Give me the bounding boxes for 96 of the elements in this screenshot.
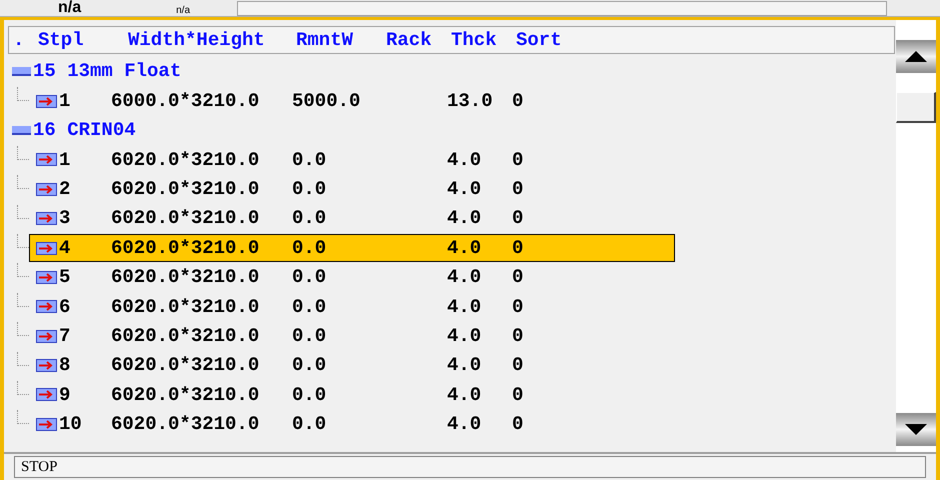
column-header[interactable]: Rack (386, 26, 451, 54)
table-cell-text: 4.0 (447, 294, 482, 320)
table-cell-text: 0.0 (292, 324, 328, 349)
table-cell-text: 4.0 (447, 382, 482, 408)
table-row[interactable]: 3 6020.0*3210.0 0.0 4.0 0 (29, 204, 675, 233)
tree-line (17, 204, 29, 219)
table-cell-text: 0.0 (292, 353, 328, 378)
table-cell-text: 6 (58, 294, 72, 320)
tree-line (17, 146, 29, 160)
tree-line (17, 410, 29, 424)
tree-line (17, 263, 29, 278)
table-cell-text: 6020.0*3210.0 (111, 148, 260, 173)
status-label: n/a (176, 6, 190, 16)
table-cell-text: 6000.0*3210.0 (111, 88, 260, 114)
table-cell-text: 0 (512, 265, 524, 290)
column-header[interactable]: Sort (516, 26, 576, 54)
table-cell-text: 6020.0*3210.0 (111, 206, 260, 232)
table-cell-text: 6020.0*3210.0 (111, 236, 260, 261)
column-header[interactable]: Stpl (38, 26, 128, 54)
table-row[interactable]: 7 6020.0*3210.0 0.0 4.0 0 (29, 322, 675, 350)
group-label[interactable]: 15 13mm Float (33, 57, 182, 86)
table-cell-text: 0 (512, 88, 524, 114)
table-cell-text: 6020.0*3210.0 (111, 382, 260, 408)
table-cell-text: 3 (58, 206, 72, 232)
group-icon (12, 126, 31, 135)
table-cell-text: 8 (58, 353, 72, 378)
status-label: n/a (58, 0, 82, 16)
table-row[interactable]: 1 6000.0*3210.0 5000.0 13.0 0 (29, 87, 675, 116)
table-row[interactable]: 9 6020.0*3210.0 0.0 4.0 0 (29, 380, 675, 409)
down-arrow-icon (905, 424, 927, 435)
table-cell-text: 0.0 (292, 294, 328, 320)
table-row[interactable]: 4 6020.0*3210.0 0.0 4.0 0 (29, 234, 675, 262)
tree-line (17, 175, 29, 190)
table-row[interactable]: 8 6020.0*3210.0 0.0 4.0 0 (29, 352, 675, 380)
table-cell-text: 6020.0*3210.0 (111, 412, 260, 438)
scroll-up-button[interactable] (896, 40, 936, 73)
table-cell-text: 6020.0*3210.0 (111, 324, 260, 349)
table-cell-text: 5000.0 (292, 88, 362, 114)
table-cell-text: 0 (512, 353, 524, 378)
table-cell-text: 0 (512, 148, 524, 173)
table-cell-text: 0.0 (292, 382, 328, 408)
table-cell-text: 4.0 (447, 148, 482, 173)
status-bar: STOP (14, 456, 926, 478)
table-row[interactable]: 10 6020.0*3210.0 0.0 4.0 0 (29, 410, 675, 438)
table-cell-text: 0.0 (292, 148, 328, 173)
column-header[interactable]: Width*Height (128, 26, 296, 54)
column-header[interactable]: . (13, 26, 38, 54)
table-cell-text: 0.0 (292, 236, 328, 261)
table-cell-text: 1 (58, 88, 72, 114)
table-cell-text: 6020.0*3210.0 (111, 265, 260, 290)
table-cell-text: 0 (512, 294, 524, 320)
table-cell-text: 4.0 (447, 206, 482, 232)
tree-line (17, 380, 29, 395)
table-cell-text: 4.0 (447, 236, 482, 261)
column-header[interactable]: RmntW (296, 26, 386, 54)
group-label[interactable]: 16 CRIN04 (33, 116, 136, 145)
tree-line (17, 292, 29, 307)
table-cell-text: 0 (512, 177, 524, 202)
table-cell-text: 1 (58, 148, 72, 173)
table-cell-text: 0 (512, 236, 524, 261)
table-cell-text: 4.0 (447, 324, 482, 349)
table-row[interactable]: 6 6020.0*3210.0 0.0 4.0 0 (29, 292, 675, 321)
table-cell-text: 0 (512, 206, 524, 232)
tree-line (17, 87, 29, 102)
tree-line (17, 322, 29, 336)
scroll-down-button[interactable] (896, 413, 936, 446)
table-cell-text: 7 (58, 324, 72, 349)
table-cell-text: 5 (58, 265, 72, 290)
table-cell-text: 10 (58, 412, 83, 438)
table-cell-text: 4.0 (447, 177, 482, 202)
table-cell-text: 0.0 (292, 177, 328, 202)
group-icon (12, 67, 31, 76)
table-cell-text: 2 (58, 177, 72, 202)
table-cell-text: 0.0 (292, 265, 328, 290)
column-header[interactable]: Thck (451, 26, 516, 54)
table-cell-text: 0 (512, 324, 524, 349)
table-cell-text: 0 (512, 382, 524, 408)
up-arrow-icon (905, 51, 927, 62)
table-row[interactable]: 2 6020.0*3210.0 0.0 4.0 0 (29, 175, 675, 204)
tree-line (17, 352, 29, 366)
table-cell-text: 6020.0*3210.0 (111, 353, 260, 378)
table-cell-text: 4.0 (447, 353, 482, 378)
table-cell-text: 0.0 (292, 206, 328, 232)
scroll-thumb[interactable] (896, 92, 936, 123)
scrollbar[interactable] (896, 20, 936, 452)
table-row[interactable]: 1 6020.0*3210.0 0.0 4.0 0 (29, 146, 675, 174)
table-cell-text: 4.0 (447, 412, 482, 438)
table-cell-text: 6020.0*3210.0 (111, 294, 260, 320)
table-cell-text: 4.0 (447, 265, 482, 290)
table-cell-text: 0.0 (292, 412, 328, 438)
table-cell-text: 13.0 (447, 88, 494, 114)
table-cell-text: 6020.0*3210.0 (111, 177, 260, 202)
table-cell-text: 0 (512, 412, 524, 438)
table-cell-text: 9 (58, 382, 72, 408)
table-cell-text: 4 (58, 236, 72, 261)
table-row[interactable]: 5 6020.0*3210.0 0.0 4.0 0 (29, 263, 675, 292)
